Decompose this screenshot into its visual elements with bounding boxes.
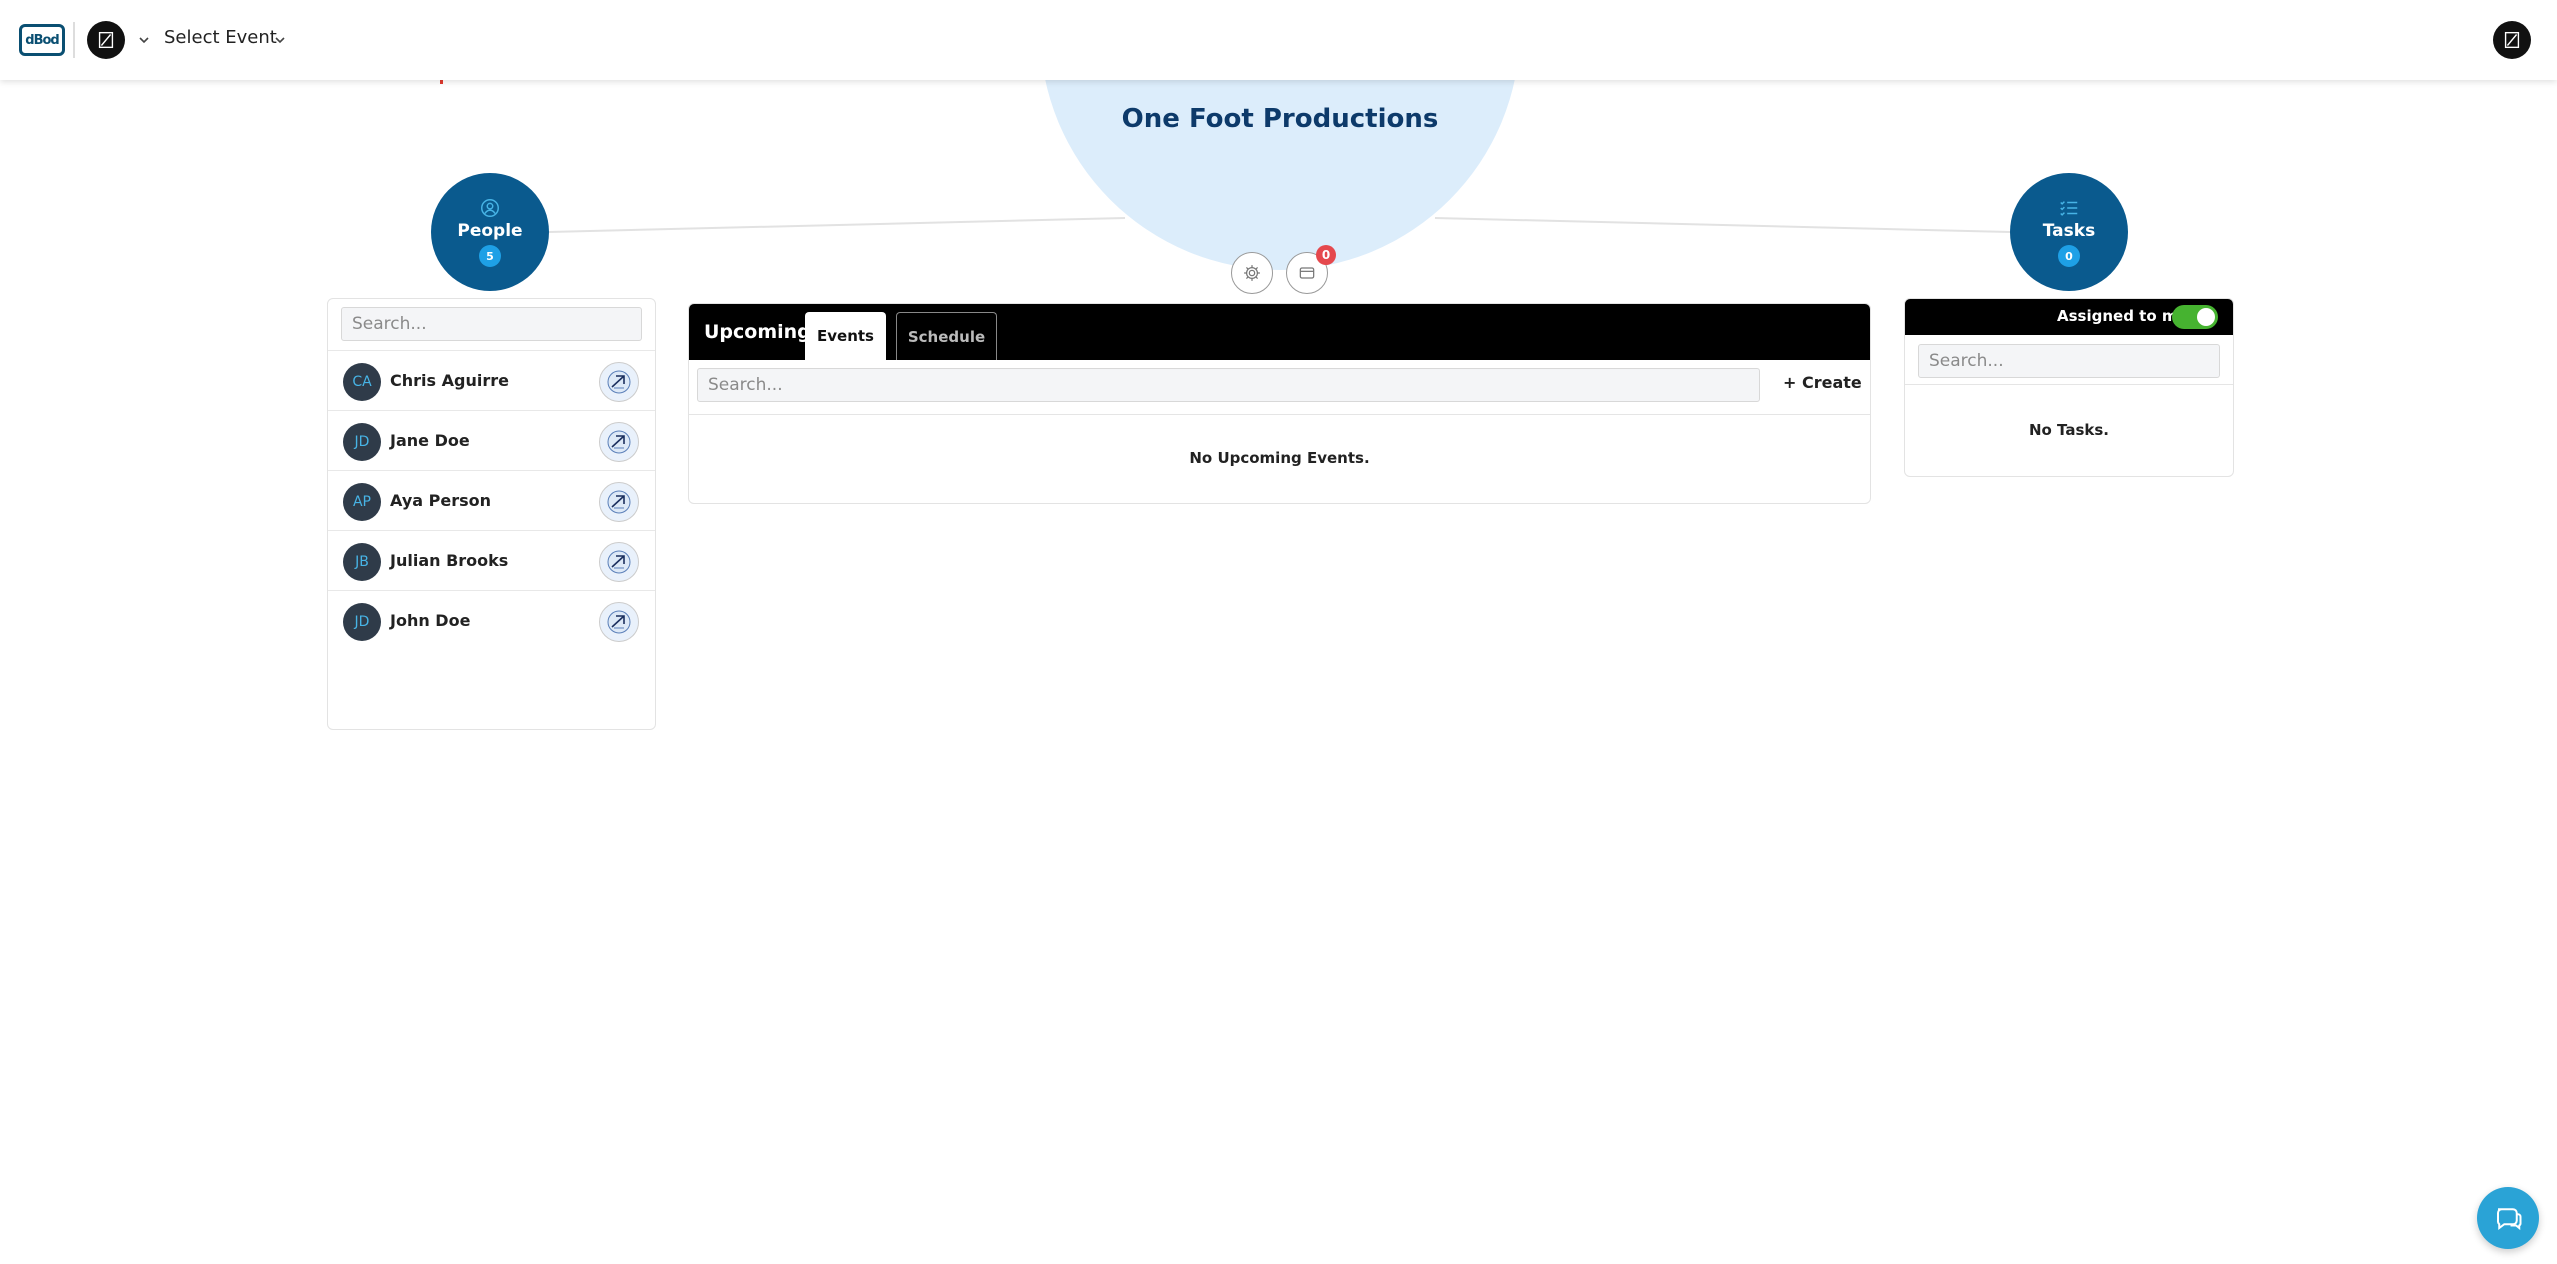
person-action-button[interactable] — [599, 542, 639, 582]
tasks-header: Assigned to me — [1905, 299, 2233, 335]
events-divider — [689, 414, 1870, 415]
org-chevron-down-icon[interactable] — [136, 32, 152, 48]
person-action-button[interactable] — [599, 482, 639, 522]
organization-name: One Foot Productions — [1121, 104, 1439, 134]
person-row[interactable]: JB Julian Brooks — [328, 530, 655, 590]
topbar-divider — [73, 22, 75, 58]
user-avatar-icon — [2504, 31, 2520, 49]
tab-events[interactable]: Events — [805, 312, 886, 360]
person-row[interactable]: CA Chris Aguirre — [328, 350, 655, 410]
person-name: John Doe — [390, 611, 471, 630]
person-name: Jane Doe — [390, 431, 470, 450]
tasks-node[interactable]: Tasks 0 — [2010, 173, 2128, 291]
person-avatar: JD — [343, 423, 381, 461]
person-name: Julian Brooks — [390, 551, 509, 570]
assigned-to-me-toggle[interactable] — [2172, 305, 2218, 329]
tasks-search-input[interactable] — [1918, 344, 2220, 378]
person-avatar: AP — [343, 483, 381, 521]
tasks-panel: Assigned to me No Tasks. — [1904, 298, 2234, 477]
role-badge-icon — [607, 430, 631, 454]
tasks-divider — [1905, 384, 2233, 385]
person-name: Aya Person — [390, 491, 491, 510]
role-badge-icon — [607, 490, 631, 514]
app-logo[interactable]: dBod — [19, 24, 65, 56]
toggle-knob — [2197, 308, 2215, 326]
person-row[interactable]: AP Aya Person — [328, 470, 655, 530]
top-navigation-bar: dBod Select Event — [0, 0, 2557, 80]
person-avatar: JD — [343, 603, 381, 641]
organization-avatar[interactable] — [87, 21, 125, 59]
person-name: Chris Aguirre — [390, 371, 509, 390]
people-label: People — [457, 221, 523, 241]
create-event-button[interactable]: + Create — [1783, 373, 1862, 392]
person-row[interactable]: JD Jane Doe — [328, 410, 655, 470]
person-avatar: CA — [343, 363, 381, 401]
select-event-dropdown[interactable]: Select Event — [164, 27, 277, 48]
person-avatar: JB — [343, 543, 381, 581]
user-avatar[interactable] — [2493, 21, 2531, 59]
people-count-badge: 5 — [479, 245, 501, 267]
events-header: Upcoming Events Schedule — [689, 304, 1870, 360]
no-tasks-message: No Tasks. — [2028, 421, 2110, 439]
person-row[interactable]: JD John Doe — [328, 590, 655, 650]
role-badge-icon — [607, 370, 631, 394]
org-logo-icon — [98, 31, 114, 49]
tab-schedule[interactable]: Schedule — [896, 312, 997, 360]
chat-support-button[interactable] — [2477, 1187, 2539, 1249]
people-search-input[interactable] — [341, 307, 642, 341]
logo-text: dBod — [25, 32, 59, 48]
chat-bubble-icon — [2497, 1208, 2522, 1231]
events-search-input[interactable] — [697, 368, 1760, 402]
gear-icon — [1244, 265, 1260, 281]
people-node[interactable]: People 5 — [431, 173, 549, 291]
task-list-icon — [2060, 201, 2078, 216]
person-action-button[interactable] — [599, 362, 639, 402]
role-badge-icon — [607, 610, 631, 634]
assigned-to-me-label: Assigned to me — [2057, 307, 2188, 325]
tasks-label: Tasks — [2042, 221, 2096, 241]
event-chevron-down-icon[interactable] — [272, 32, 288, 48]
no-events-message: No Upcoming Events. — [1189, 449, 1370, 467]
people-panel: CAChris AguirreJDJane DoeAPAya PersonJBJ… — [327, 298, 656, 730]
tasks-count-badge: 0 — [2058, 245, 2080, 267]
upcoming-events-panel: Upcoming Events Schedule + Create No Upc… — [688, 303, 1871, 504]
person-action-button[interactable] — [599, 602, 639, 642]
inbox-icon — [1299, 267, 1315, 279]
settings-button[interactable] — [1231, 252, 1273, 294]
upcoming-title: Upcoming — [704, 321, 811, 343]
user-circle-icon — [481, 199, 499, 217]
role-badge-icon — [607, 550, 631, 574]
notification-badge: 0 — [1316, 245, 1336, 265]
person-action-button[interactable] — [599, 422, 639, 462]
